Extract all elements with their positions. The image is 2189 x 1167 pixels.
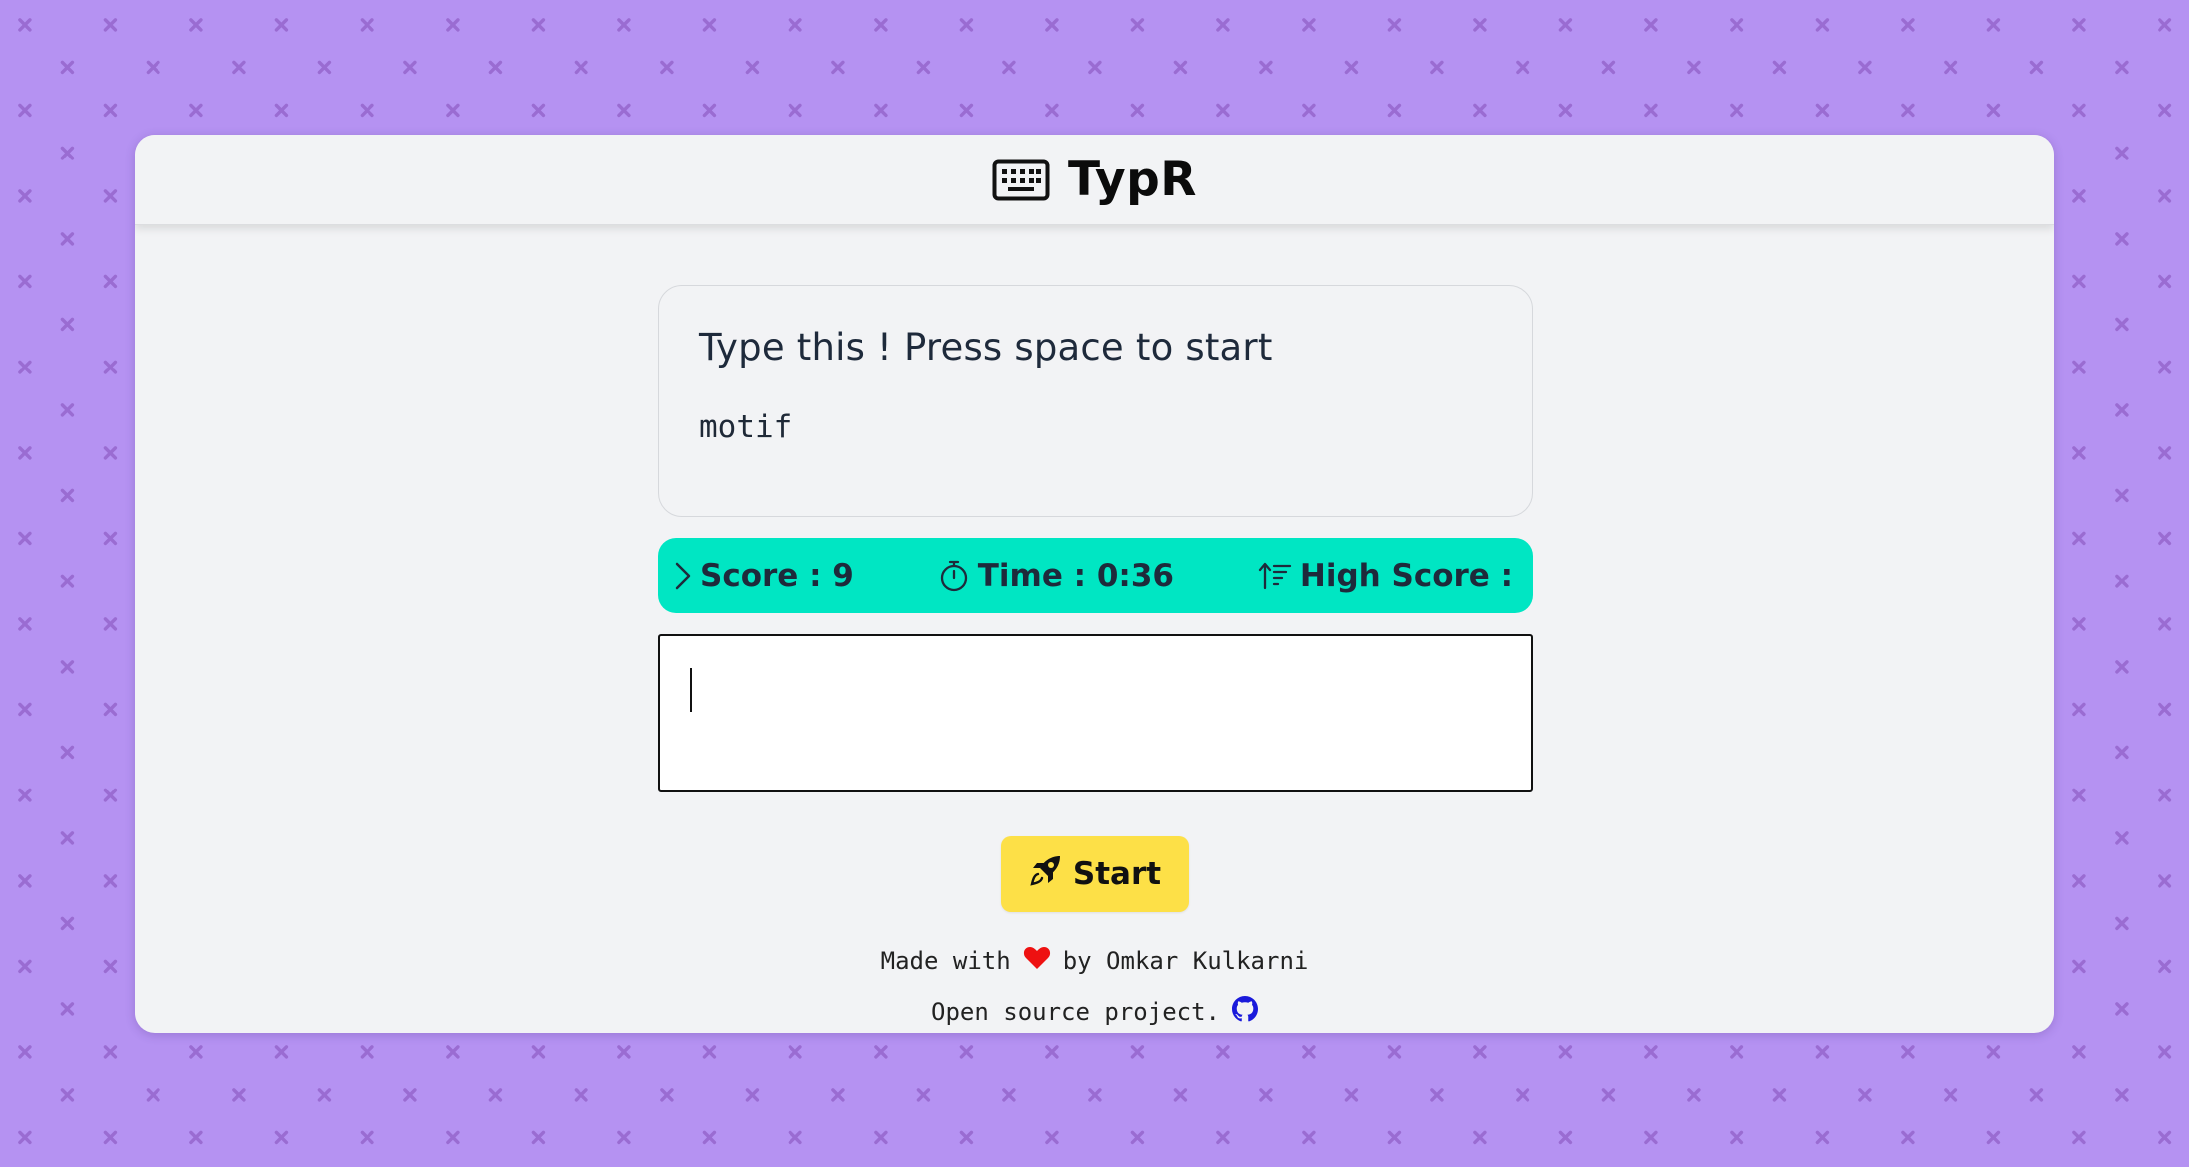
author-text: by Omkar Kulkarni xyxy=(1062,947,1309,975)
keyboard-icon xyxy=(992,159,1050,201)
start-button-label: Start xyxy=(1072,856,1162,892)
footer-open-source: Open source project. xyxy=(135,996,2054,1028)
stats-bar: Score : 9 Time : 0:36 High Score : xyxy=(658,538,1533,613)
score-stat: Score : 9 xyxy=(674,558,854,594)
chevron-right-icon xyxy=(674,561,692,591)
score-label: Score : 9 xyxy=(700,557,854,594)
time-label: Time : 0:36 xyxy=(977,557,1174,594)
made-with-text: Made with xyxy=(880,947,1011,975)
text-caret xyxy=(690,668,692,712)
github-icon[interactable] xyxy=(1231,996,1258,1028)
sort-ascending-icon xyxy=(1258,561,1292,591)
stopwatch-icon xyxy=(938,559,970,593)
target-word: motif xyxy=(699,409,793,445)
time-stat: Time : 0:36 xyxy=(938,558,1174,594)
heart-icon xyxy=(1023,946,1051,976)
footer-credit: Made with by Omkar Kulkarni xyxy=(135,946,2054,976)
rocket-icon xyxy=(1029,853,1063,895)
open-source-text: Open source project. xyxy=(931,998,1220,1026)
prompt-heading: Type this ! Press space to start xyxy=(699,326,1273,369)
app-card: TypR Type this ! Press space to start mo… xyxy=(135,135,2054,1033)
app-title: TypR xyxy=(1068,152,1197,207)
app-header: TypR xyxy=(135,135,2054,225)
high-score-label: High Score : xyxy=(1299,557,1513,594)
high-score-stat: High Score : xyxy=(1258,558,1513,594)
prompt-card: Type this ! Press space to start motif xyxy=(658,285,1533,517)
start-button[interactable]: Start xyxy=(1001,836,1189,912)
typing-input[interactable] xyxy=(658,634,1533,792)
